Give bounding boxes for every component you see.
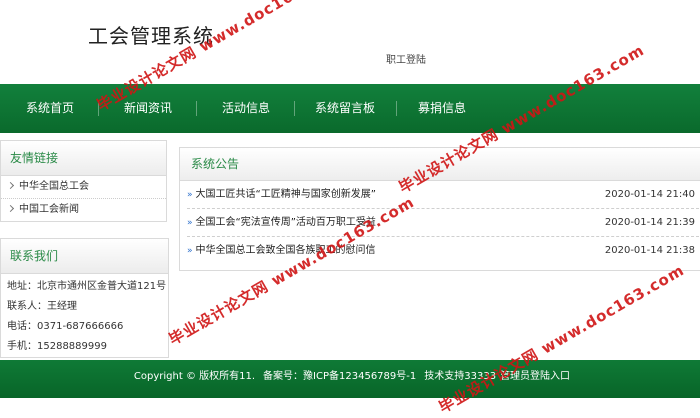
contact-title: 联系我们: [1, 239, 168, 274]
sidebar: 友情链接 中华全国总工会 中国工会新闻: [0, 140, 167, 222]
nav-item-home[interactable]: 系统首页: [26, 84, 74, 133]
contact-person: 联系人：王经理: [7, 301, 77, 312]
header: 工会管理系统 职工登陆: [0, 0, 700, 84]
nav-item-news[interactable]: 新闻资讯: [124, 84, 172, 133]
friend-link-label: 中华全国总工会: [19, 181, 89, 192]
friend-links-box: 友情链接 中华全国总工会 中国工会新闻: [0, 140, 167, 222]
contact-address: 地址：北京市通州区金普大道121号: [7, 281, 167, 292]
announcement-title: 大国工匠共话“工匠精神与国家创新发展”: [195, 189, 376, 200]
nav-divider: [98, 101, 99, 116]
announcement-date: 2020-01-14 21:40: [604, 189, 695, 200]
staff-login-link[interactable]: 职工登陆: [386, 51, 426, 66]
nav-divider: [396, 101, 397, 116]
friend-link-item[interactable]: 中华全国总工会: [1, 176, 166, 199]
friend-link-item[interactable]: 中国工会新闻: [1, 199, 166, 221]
announcements-title: 系统公告: [180, 148, 700, 181]
announcements-panel: 系统公告 » 大国工匠共话“工匠精神与国家创新发展” 2020-01-14 21:…: [179, 147, 700, 271]
contact-box: 联系我们 地址：北京市通州区金普大道121号 联系人：王经理 电话：0371-6…: [0, 238, 169, 358]
nav-item-message-board[interactable]: 系统留言板: [315, 84, 375, 133]
contact-mobile: 手机：15288889999: [7, 341, 107, 352]
nav-item-donations[interactable]: 募捐信息: [418, 84, 466, 133]
nav-item-activities[interactable]: 活动信息: [222, 84, 270, 133]
announcement-row[interactable]: » 全国工会“宪法宣传周”活动百万职工受益 2020-01-14 21:39: [187, 209, 699, 237]
announcement-date: 2020-01-14 21:38: [604, 245, 695, 256]
main-nav: 系统首页 新闻资讯 活动信息 系统留言板 募捐信息: [0, 84, 700, 133]
site-title: 工会管理系统: [88, 24, 214, 48]
footer: Copyright © 版权所有11. 备案号：豫ICP备123456789号-1…: [0, 360, 700, 398]
friend-links-title: 友情链接: [1, 141, 166, 176]
chevron-right-icon: [6, 181, 15, 190]
friend-link-label: 中国工会新闻: [19, 204, 79, 215]
chevron-right-icon: [6, 204, 15, 213]
double-chevron-icon: »: [187, 218, 193, 228]
nav-divider: [196, 101, 197, 116]
admin-login-link[interactable]: 管理员登陆入口: [500, 371, 570, 382]
double-chevron-icon: »: [187, 246, 193, 256]
footer-support: 技术支持33333: [424, 371, 497, 382]
contact-phone: 电话：0371-687666666: [7, 321, 124, 332]
announcement-row[interactable]: » 大国工匠共话“工匠精神与国家创新发展” 2020-01-14 21:40: [187, 181, 699, 209]
announcement-row[interactable]: » 中华全国总工会致全国各族职工的慰问信 2020-01-14 21:38: [187, 237, 699, 264]
announcement-title: 中华全国总工会致全国各族职工的慰问信: [195, 245, 376, 256]
announcement-title: 全国工会“宪法宣传周”活动百万职工受益: [195, 217, 376, 228]
footer-icp: 备案号：豫ICP备123456789号-1: [263, 371, 417, 382]
footer-copyright: Copyright © 版权所有11.: [133, 371, 256, 382]
double-chevron-icon: »: [187, 190, 193, 200]
nav-divider: [294, 101, 295, 116]
announcement-date: 2020-01-14 21:39: [604, 217, 695, 228]
